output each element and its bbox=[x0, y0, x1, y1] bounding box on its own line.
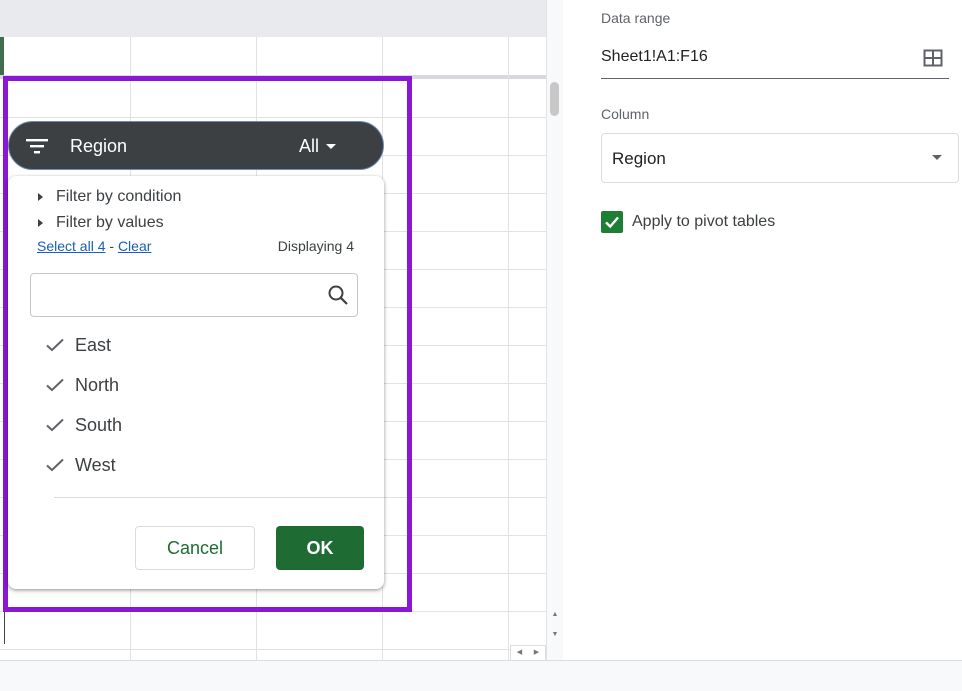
search-icon[interactable] bbox=[327, 284, 349, 306]
chevron-down-icon[interactable] bbox=[326, 144, 336, 149]
filter-by-values-label: Filter by values bbox=[56, 214, 164, 231]
apply-pivot-checkbox[interactable] bbox=[601, 211, 623, 233]
chip-title: Region bbox=[70, 136, 128, 156]
value-item-label: North bbox=[75, 374, 120, 395]
column-label: Column bbox=[601, 106, 650, 122]
checkmark-icon bbox=[605, 216, 619, 229]
values-search-field[interactable] bbox=[30, 273, 358, 317]
column-header-band bbox=[0, 0, 546, 37]
column-gridline bbox=[508, 37, 509, 660]
clear-link[interactable]: Clear bbox=[118, 238, 151, 254]
link-separator: - bbox=[109, 238, 115, 254]
scroll-up-icon[interactable]: ▲ bbox=[550, 610, 560, 620]
data-range-value[interactable]: Sheet1!A1:F16 bbox=[601, 48, 708, 66]
sheet-tab-bar bbox=[0, 660, 962, 691]
checkmark-icon bbox=[46, 378, 64, 392]
select-clear-links: Select all 4 - Clear bbox=[37, 238, 151, 254]
chevron-down-icon bbox=[932, 155, 942, 160]
region-filter-chip[interactable]: Region All bbox=[8, 121, 384, 170]
displaying-count: Displaying 4 bbox=[277, 238, 354, 254]
filter-by-condition-label: Filter by condition bbox=[56, 188, 182, 205]
values-search-input[interactable] bbox=[39, 284, 313, 308]
column-select-value: Region bbox=[612, 149, 666, 168]
expand-triangle-icon bbox=[38, 193, 43, 201]
value-item-north[interactable]: North bbox=[46, 373, 119, 397]
checkmark-icon bbox=[46, 418, 64, 432]
filter-by-condition-toggle[interactable]: Filter by condition bbox=[38, 188, 181, 206]
data-range-label: Data range bbox=[601, 10, 671, 26]
scroll-right-icon[interactable]: ▶ bbox=[528, 646, 545, 660]
filter-popup: Filter by condition Filter by values Sel… bbox=[8, 176, 384, 589]
apply-pivot-label: Apply to pivot tables bbox=[632, 213, 776, 230]
selected-row-indicator bbox=[0, 37, 4, 75]
scrollbar-thumb[interactable] bbox=[550, 82, 559, 116]
value-item-label: West bbox=[75, 454, 116, 475]
filter-by-values-toggle[interactable]: Filter by values bbox=[38, 214, 164, 232]
row-gridline bbox=[0, 649, 546, 650]
checkmark-icon bbox=[46, 338, 64, 352]
data-range-field[interactable]: Sheet1!A1:F16 bbox=[601, 38, 949, 79]
vertical-scrollbar[interactable]: ▲ ▼ bbox=[546, 0, 563, 660]
value-item-west[interactable]: West bbox=[46, 453, 116, 477]
value-item-east[interactable]: East bbox=[46, 333, 111, 357]
select-all-link[interactable]: Select all 4 bbox=[37, 238, 105, 254]
scroll-down-icon[interactable]: ▼ bbox=[550, 630, 560, 640]
value-item-label: South bbox=[75, 414, 123, 435]
select-range-grid-icon[interactable] bbox=[923, 48, 943, 68]
horizontal-scroll-buttons[interactable]: ◀ ▶ bbox=[510, 645, 546, 660]
ok-button[interactable]: OK bbox=[276, 526, 364, 570]
checkmark-icon bbox=[46, 458, 64, 472]
expand-triangle-icon bbox=[38, 219, 43, 227]
chip-selection[interactable]: All bbox=[299, 136, 319, 157]
value-item-south[interactable]: South bbox=[46, 413, 122, 437]
apply-pivot-row[interactable]: Apply to pivot tables bbox=[601, 211, 775, 233]
filter-side-panel: Data range Sheet1!A1:F16 Column Region A… bbox=[563, 0, 962, 660]
scroll-left-icon[interactable]: ◀ bbox=[511, 646, 528, 660]
cancel-button[interactable]: Cancel bbox=[135, 526, 255, 570]
popup-divider bbox=[54, 497, 384, 498]
filter-icon bbox=[26, 139, 48, 154]
value-item-label: East bbox=[75, 334, 112, 355]
column-select[interactable]: Region bbox=[601, 133, 959, 183]
